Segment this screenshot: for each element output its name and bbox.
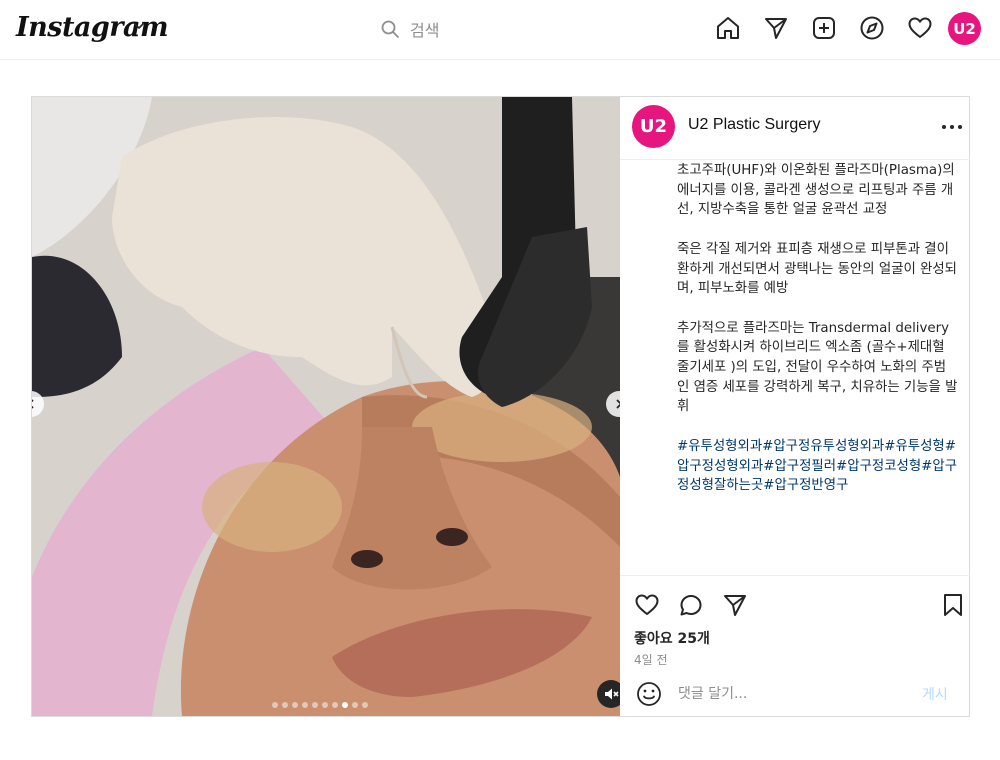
carousel-dot xyxy=(302,702,308,708)
carousel-dot xyxy=(272,702,278,708)
post-card: U2 U2 Plastic Surgery 초고주파(UHF)와 이온화된 플라… xyxy=(31,96,970,717)
chevron-down-icon[interactable] xyxy=(132,19,146,33)
home-icon[interactable] xyxy=(713,13,743,43)
explore-icon[interactable] xyxy=(857,13,887,43)
like-count[interactable]: 좋아요 25개 xyxy=(634,628,710,648)
send-icon[interactable] xyxy=(761,13,791,43)
post-actions: 좋아요 25개 4일 전 게시 xyxy=(620,575,970,717)
carousel-dot xyxy=(322,702,328,708)
chevron-right-icon xyxy=(616,399,620,409)
carousel-dot xyxy=(342,702,348,708)
mute-button[interactable] xyxy=(597,680,620,708)
account-avatar[interactable]: U2 xyxy=(632,105,675,148)
search-box xyxy=(380,16,580,44)
comment-input[interactable] xyxy=(678,682,908,706)
carousel-dot xyxy=(332,702,338,708)
emoji-icon[interactable] xyxy=(635,680,663,708)
carousel-dot xyxy=(352,702,358,708)
top-nav-bar: Instagram U2 xyxy=(0,0,1000,60)
post-comment-button[interactable]: 게시 xyxy=(922,684,948,704)
hashtags[interactable]: #유투성형외과#압구정유투성형외과#유투성형#압구정성형외과#압구정필러#압구정… xyxy=(677,437,958,496)
more-options-icon[interactable] xyxy=(940,117,964,137)
muted-speaker-icon xyxy=(605,688,619,700)
bookmark-icon[interactable] xyxy=(938,590,968,620)
caption-paragraph: 추가적으로 플라즈마는 Transdermal delivery를 활성화시켜 … xyxy=(677,320,958,415)
comment-bar: 게시 xyxy=(620,676,970,718)
treatment-photo xyxy=(32,97,620,716)
post-sidebar: U2 U2 Plastic Surgery 초고주파(UHF)와 이온화된 플라… xyxy=(620,97,970,716)
post-caption: 초고주파(UHF)와 이온화된 플라즈마(Plasma)의 에너지를 이용, 콜… xyxy=(620,161,970,573)
share-icon[interactable] xyxy=(720,590,750,620)
account-name[interactable]: U2 Plastic Surgery xyxy=(688,116,821,134)
carousel-indicator xyxy=(272,702,368,708)
post-media[interactable] xyxy=(32,97,620,716)
caption-paragraph: 초고주파(UHF)와 이온화된 플라즈마(Plasma)의 에너지를 이용, 콜… xyxy=(677,163,955,218)
carousel-dot xyxy=(292,702,298,708)
profile-avatar[interactable]: U2 xyxy=(948,12,981,45)
like-icon[interactable] xyxy=(632,590,662,620)
new-post-icon[interactable] xyxy=(809,13,839,43)
carousel-dot xyxy=(282,702,288,708)
heart-icon[interactable] xyxy=(905,13,935,43)
comment-icon[interactable] xyxy=(676,590,706,620)
search-input[interactable] xyxy=(410,16,570,44)
caption-paragraph: 죽은 각질 제거와 표피층 재생으로 피부톤과 결이 환하게 개선되면서 광택나… xyxy=(677,241,957,297)
carousel-dot xyxy=(362,702,368,708)
search-icon xyxy=(381,20,399,38)
carousel-dot xyxy=(312,702,318,708)
post-time[interactable]: 4일 전 xyxy=(634,651,668,668)
post-header: U2 U2 Plastic Surgery xyxy=(620,97,970,160)
